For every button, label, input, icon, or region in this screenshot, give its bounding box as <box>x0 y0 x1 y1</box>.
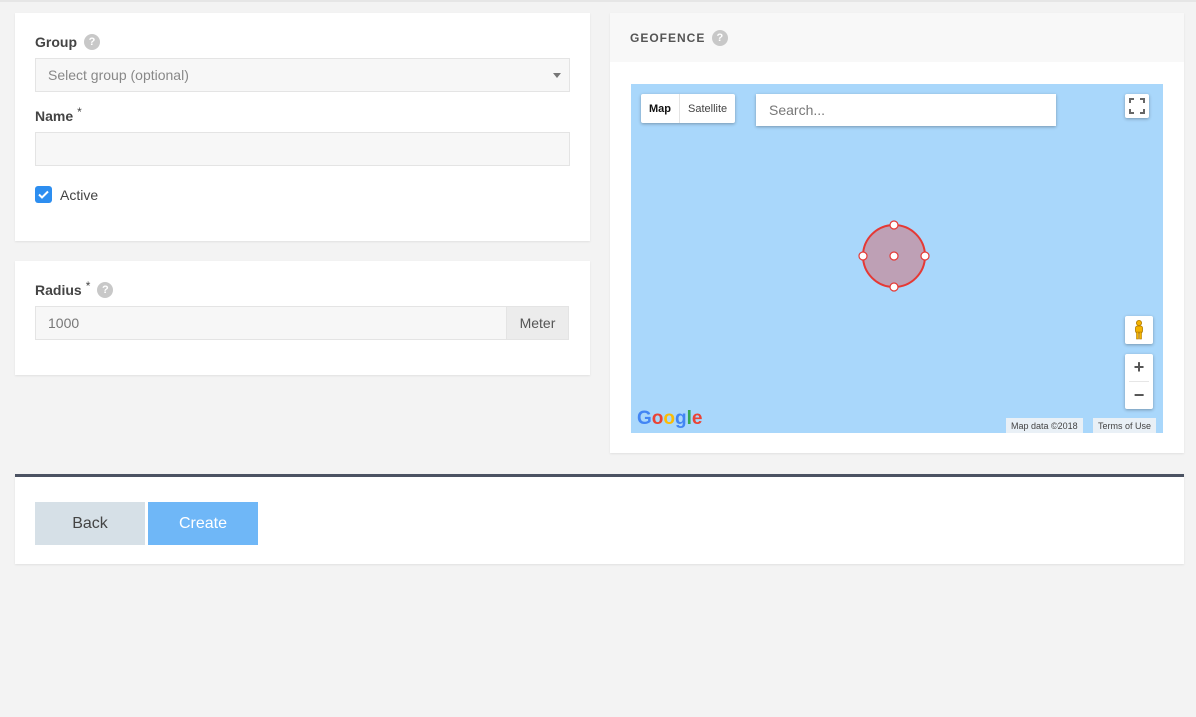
caret-down-icon <box>553 73 561 78</box>
name-input[interactable] <box>35 132 570 166</box>
zoom-out-button[interactable]: − <box>1125 382 1153 409</box>
radius-panel: Radius * ? 1000 Meter <box>15 261 590 375</box>
zoom-in-button[interactable]: + <box>1125 354 1153 381</box>
fullscreen-button[interactable] <box>1125 94 1149 118</box>
required-marker: * <box>85 279 91 293</box>
back-button[interactable]: Back <box>35 502 145 545</box>
terms-of-use-link[interactable]: Terms of Use <box>1093 418 1157 433</box>
check-icon <box>38 190 49 199</box>
circle-handle-center <box>889 251 899 261</box>
help-icon[interactable]: ? <box>84 34 100 50</box>
map[interactable]: Map Satellite Search... + − Google Map d… <box>631 84 1163 433</box>
geofence-header: GEOFENCE ? <box>610 13 1184 62</box>
circle-handle-top <box>889 220 899 230</box>
geofence-circle[interactable] <box>858 220 930 292</box>
pegman-icon <box>1135 320 1143 340</box>
group-label-text: Group <box>35 34 77 50</box>
top-border <box>0 0 1196 2</box>
geofence-panel: GEOFENCE ? Map Satellite Search... + − G… <box>610 13 1184 453</box>
street-view-button[interactable] <box>1125 316 1153 344</box>
radius-label: Radius * ? <box>35 279 114 298</box>
radius-unit-addon: Meter <box>506 306 569 340</box>
name-label-text: Name <box>35 108 74 124</box>
circle-handle-left <box>858 251 868 261</box>
active-checkbox[interactable] <box>35 186 52 203</box>
radius-label-text: Radius <box>35 282 82 298</box>
map-data-attribution: Map data ©2018 <box>1006 418 1083 433</box>
details-panel: Group ? Select group (optional) Name * A… <box>15 13 590 241</box>
map-type-map-button[interactable]: Map <box>641 94 680 123</box>
map-type-control: Map Satellite <box>641 94 736 123</box>
google-logo: Google <box>637 408 703 429</box>
name-label: Name * <box>35 105 82 124</box>
map-search-input[interactable]: Search... <box>756 94 1056 126</box>
group-label: Group ? <box>35 34 100 50</box>
help-icon[interactable]: ? <box>97 282 114 298</box>
fullscreen-icon <box>1129 98 1145 114</box>
group-select[interactable]: Select group (optional) <box>35 58 570 92</box>
circle-handle-bottom <box>889 282 899 292</box>
required-marker: * <box>77 105 82 119</box>
circle-handle-right <box>920 251 930 261</box>
radius-input[interactable]: 1000 <box>35 306 507 340</box>
create-button[interactable]: Create <box>148 502 258 545</box>
active-label[interactable]: Active <box>60 187 98 203</box>
help-icon[interactable]: ? <box>712 29 729 46</box>
geofence-title: GEOFENCE <box>630 30 706 45</box>
group-select-placeholder: Select group (optional) <box>48 67 189 83</box>
map-type-satellite-button[interactable]: Satellite <box>680 94 735 123</box>
zoom-control: + − <box>1125 354 1153 409</box>
actions-panel: Back Create <box>15 474 1184 564</box>
